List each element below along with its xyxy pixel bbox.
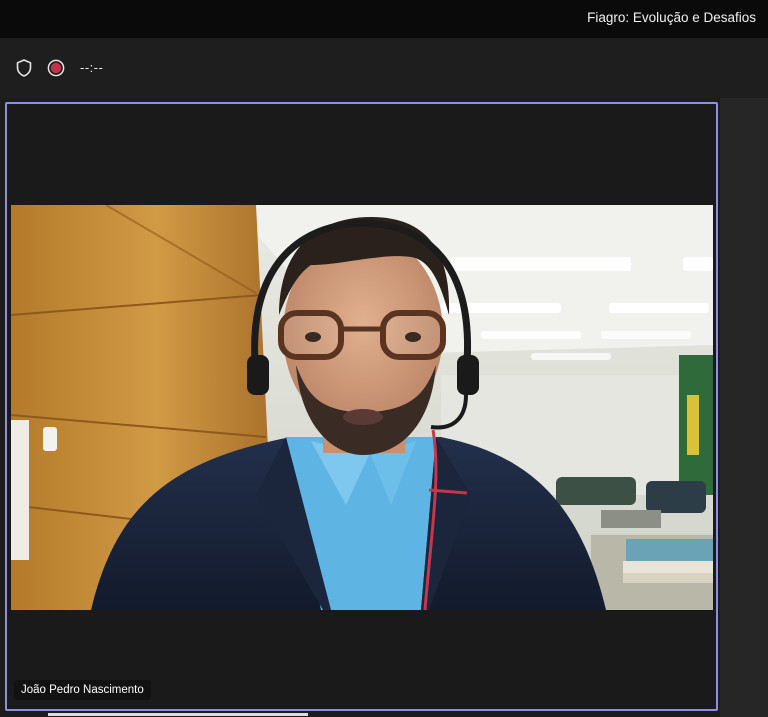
participant-video	[11, 205, 713, 610]
meeting-toolbar: --:--	[0, 38, 768, 98]
meeting-title: Fiagro: Evolução e Desafios	[587, 10, 756, 25]
meeting-timer: --:--	[80, 60, 104, 75]
recording-icon[interactable]	[46, 58, 66, 78]
meeting-window: Fiagro: Evolução e Desafios --:-- João P…	[0, 0, 768, 717]
participant-name-label: João Pedro Nascimento	[14, 680, 151, 700]
side-rail	[720, 98, 768, 717]
shield-icon[interactable]	[14, 58, 34, 78]
participant-tile[interactable]: João Pedro Nascimento	[5, 102, 718, 711]
title-bar: Fiagro: Evolução e Desafios	[0, 0, 768, 38]
horizontal-scrollbar[interactable]	[48, 713, 308, 716]
